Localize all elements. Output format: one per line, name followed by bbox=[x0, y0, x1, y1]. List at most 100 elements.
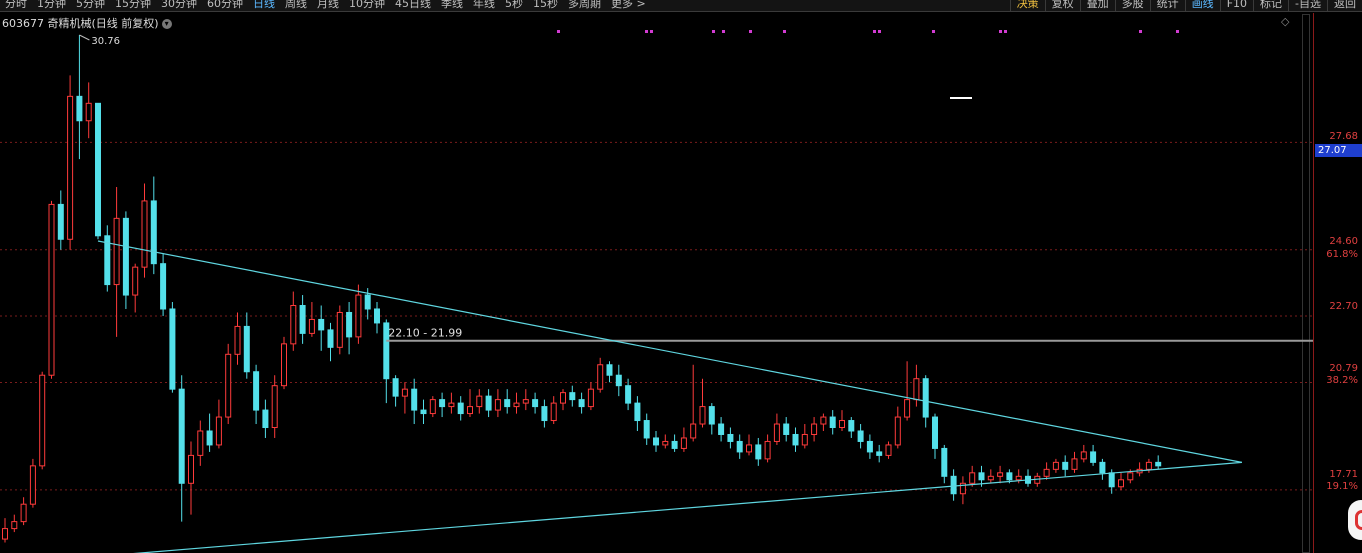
candle-body bbox=[457, 402, 464, 415]
candle-body bbox=[141, 200, 148, 268]
candle-body bbox=[653, 437, 659, 446]
candle-body bbox=[234, 325, 241, 355]
trend-line-lower bbox=[133, 461, 1242, 553]
candle-body bbox=[318, 318, 325, 331]
candlestick-chart[interactable]: 22.10 - 21.99 30.76 bbox=[0, 0, 1362, 553]
candle-body bbox=[634, 402, 641, 422]
candle-body bbox=[801, 433, 808, 446]
candle-body bbox=[913, 378, 920, 401]
candle-body bbox=[2, 528, 8, 540]
candle-body bbox=[1080, 451, 1087, 460]
range-label: 22.10 - 21.99 bbox=[388, 327, 462, 340]
candle-body bbox=[1108, 472, 1115, 488]
candle-body bbox=[718, 423, 725, 435]
candle-body bbox=[494, 399, 501, 411]
candle-body bbox=[1127, 472, 1134, 481]
event-marker bbox=[873, 30, 876, 33]
candle-body bbox=[597, 364, 604, 390]
candle-body bbox=[364, 294, 371, 310]
candle-body bbox=[811, 423, 818, 435]
axis-tick: 27.68 bbox=[1329, 131, 1358, 142]
candle-body bbox=[150, 200, 157, 265]
event-marker bbox=[1004, 30, 1007, 33]
candle-body bbox=[755, 444, 762, 460]
candle-body bbox=[1145, 461, 1152, 470]
event-marker bbox=[1176, 30, 1179, 33]
candle-body bbox=[485, 395, 492, 411]
candle-body bbox=[690, 423, 697, 439]
candle-body bbox=[439, 399, 446, 408]
candle-body bbox=[262, 409, 269, 429]
candle-body bbox=[894, 416, 901, 446]
candle-body bbox=[1118, 479, 1124, 488]
candle-body bbox=[820, 416, 827, 425]
fib-level: 38.2% bbox=[1326, 375, 1358, 386]
event-marker bbox=[650, 30, 653, 33]
candle-body bbox=[11, 521, 18, 530]
candle-body bbox=[1062, 461, 1069, 470]
candle-body bbox=[792, 433, 799, 446]
candle-body bbox=[39, 374, 46, 467]
candle-body bbox=[987, 475, 994, 481]
axis-tick: 24.60 bbox=[1329, 236, 1358, 247]
candle-body bbox=[783, 423, 790, 435]
candle-body bbox=[578, 399, 585, 408]
candle-body bbox=[420, 409, 427, 415]
event-marker bbox=[722, 30, 725, 33]
candle-body bbox=[336, 311, 343, 348]
candle-body bbox=[950, 475, 957, 495]
candle-body bbox=[904, 399, 911, 418]
candle-body bbox=[866, 440, 873, 453]
candle-body bbox=[67, 95, 74, 240]
candle-body bbox=[132, 266, 139, 296]
fib-level: 61.8% bbox=[1326, 249, 1358, 260]
candle-body bbox=[1052, 461, 1059, 470]
floating-assistant-button[interactable] bbox=[1348, 500, 1362, 540]
event-marker bbox=[749, 30, 752, 33]
candle-body bbox=[355, 294, 362, 338]
event-marker bbox=[999, 30, 1002, 33]
candle-body bbox=[448, 402, 455, 408]
candle-body bbox=[1071, 458, 1078, 470]
event-marker bbox=[645, 30, 648, 33]
candle-body bbox=[708, 406, 715, 425]
axis-tick: 22.70 bbox=[1329, 301, 1358, 312]
candle-body bbox=[188, 454, 194, 484]
candle-body bbox=[429, 399, 436, 415]
candle-body bbox=[504, 399, 511, 408]
candle-body bbox=[271, 385, 278, 429]
current-price-tag: 27.07 bbox=[1315, 144, 1362, 157]
candle-body bbox=[736, 440, 743, 453]
candle-body bbox=[20, 503, 27, 523]
candle-body bbox=[969, 472, 976, 484]
candle-body bbox=[1043, 468, 1050, 477]
candle-body bbox=[327, 329, 334, 348]
candle-body bbox=[587, 388, 594, 408]
candle-body bbox=[522, 399, 529, 404]
high-marker-pointer bbox=[79, 34, 90, 41]
candle-body bbox=[839, 420, 845, 429]
candle-body bbox=[122, 217, 129, 296]
candle-body bbox=[1090, 451, 1097, 463]
candle-body bbox=[243, 325, 250, 373]
candle-body bbox=[169, 308, 176, 390]
candle-body bbox=[932, 416, 938, 449]
fib-level: 19.1% bbox=[1326, 481, 1358, 492]
candle-body bbox=[922, 378, 929, 418]
axis-tick: 20.79 bbox=[1329, 363, 1358, 374]
candle-body bbox=[1006, 472, 1013, 481]
candle-body bbox=[885, 444, 892, 456]
candle-body bbox=[48, 203, 55, 376]
candle-body bbox=[746, 444, 752, 453]
candle-body bbox=[541, 406, 548, 422]
event-marker bbox=[783, 30, 786, 33]
candle-body bbox=[941, 447, 948, 477]
candle-body bbox=[764, 440, 771, 460]
candle-body bbox=[160, 263, 167, 310]
candle-body bbox=[308, 318, 315, 334]
candle-body bbox=[625, 385, 632, 404]
candle-body bbox=[643, 420, 650, 439]
axis-tick: 17.71 bbox=[1329, 469, 1358, 480]
candle-body bbox=[281, 343, 287, 387]
candle-body bbox=[560, 392, 566, 404]
